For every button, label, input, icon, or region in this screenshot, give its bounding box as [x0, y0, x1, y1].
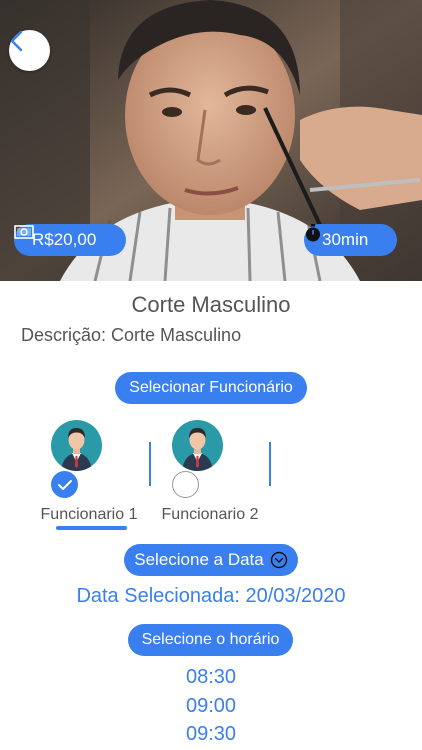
service-description: Descrição: Corte Masculino: [21, 325, 246, 346]
employee-selected-indicator: [56, 526, 127, 530]
employee-divider: [269, 442, 271, 486]
employee-name: Funcionario 1: [40, 506, 138, 523]
employee-option-2[interactable]: Funcionario 2: [155, 420, 265, 523]
employee-name: Funcionario 2: [161, 506, 259, 523]
employee-divider: [149, 442, 151, 486]
duration-text: 30min: [322, 230, 369, 249]
description-value: Corte Masculino: [111, 325, 242, 345]
money-icon: [14, 225, 34, 239]
select-employee-button[interactable]: Selecionar Funcionário: [115, 372, 307, 404]
stopwatch-icon: [306, 224, 320, 242]
checkmark-icon: [57, 479, 72, 490]
duration-badge: 30min: [304, 224, 397, 256]
select-date-label: Selecione a Data: [134, 550, 264, 569]
price-badge: R$20,00: [14, 224, 126, 256]
service-photo: R$20,00 30min: [0, 0, 422, 281]
description-label: Descrição:: [21, 325, 107, 345]
chevron-left-icon: [10, 30, 23, 52]
employee-avatar: [172, 420, 223, 471]
selected-date-text: Data Selecionada: 20/03/2020: [76, 585, 346, 607]
select-date-button[interactable]: Selecione a Data: [124, 544, 298, 576]
price-text: R$20,00: [32, 230, 97, 249]
employee-avatar: [51, 420, 102, 471]
time-slot[interactable]: 09:00: [0, 692, 422, 721]
employee-option-1[interactable]: Funcionario 1: [34, 420, 144, 530]
back-button[interactable]: [9, 30, 50, 71]
time-slot-list: 08:30 09:00 09:30: [0, 663, 422, 749]
employee-selected-check[interactable]: [51, 471, 78, 498]
chevron-down-circle-icon: [270, 551, 287, 569]
time-slot[interactable]: 09:30: [0, 720, 422, 749]
employee-unselected-radio[interactable]: [172, 471, 199, 498]
person-avatar-icon: [61, 428, 92, 471]
select-time-button[interactable]: Selecione o horário: [128, 624, 293, 656]
person-avatar-icon: [182, 428, 213, 471]
service-title: Corte Masculino: [131, 292, 291, 317]
time-slot[interactable]: 08:30: [0, 663, 422, 692]
